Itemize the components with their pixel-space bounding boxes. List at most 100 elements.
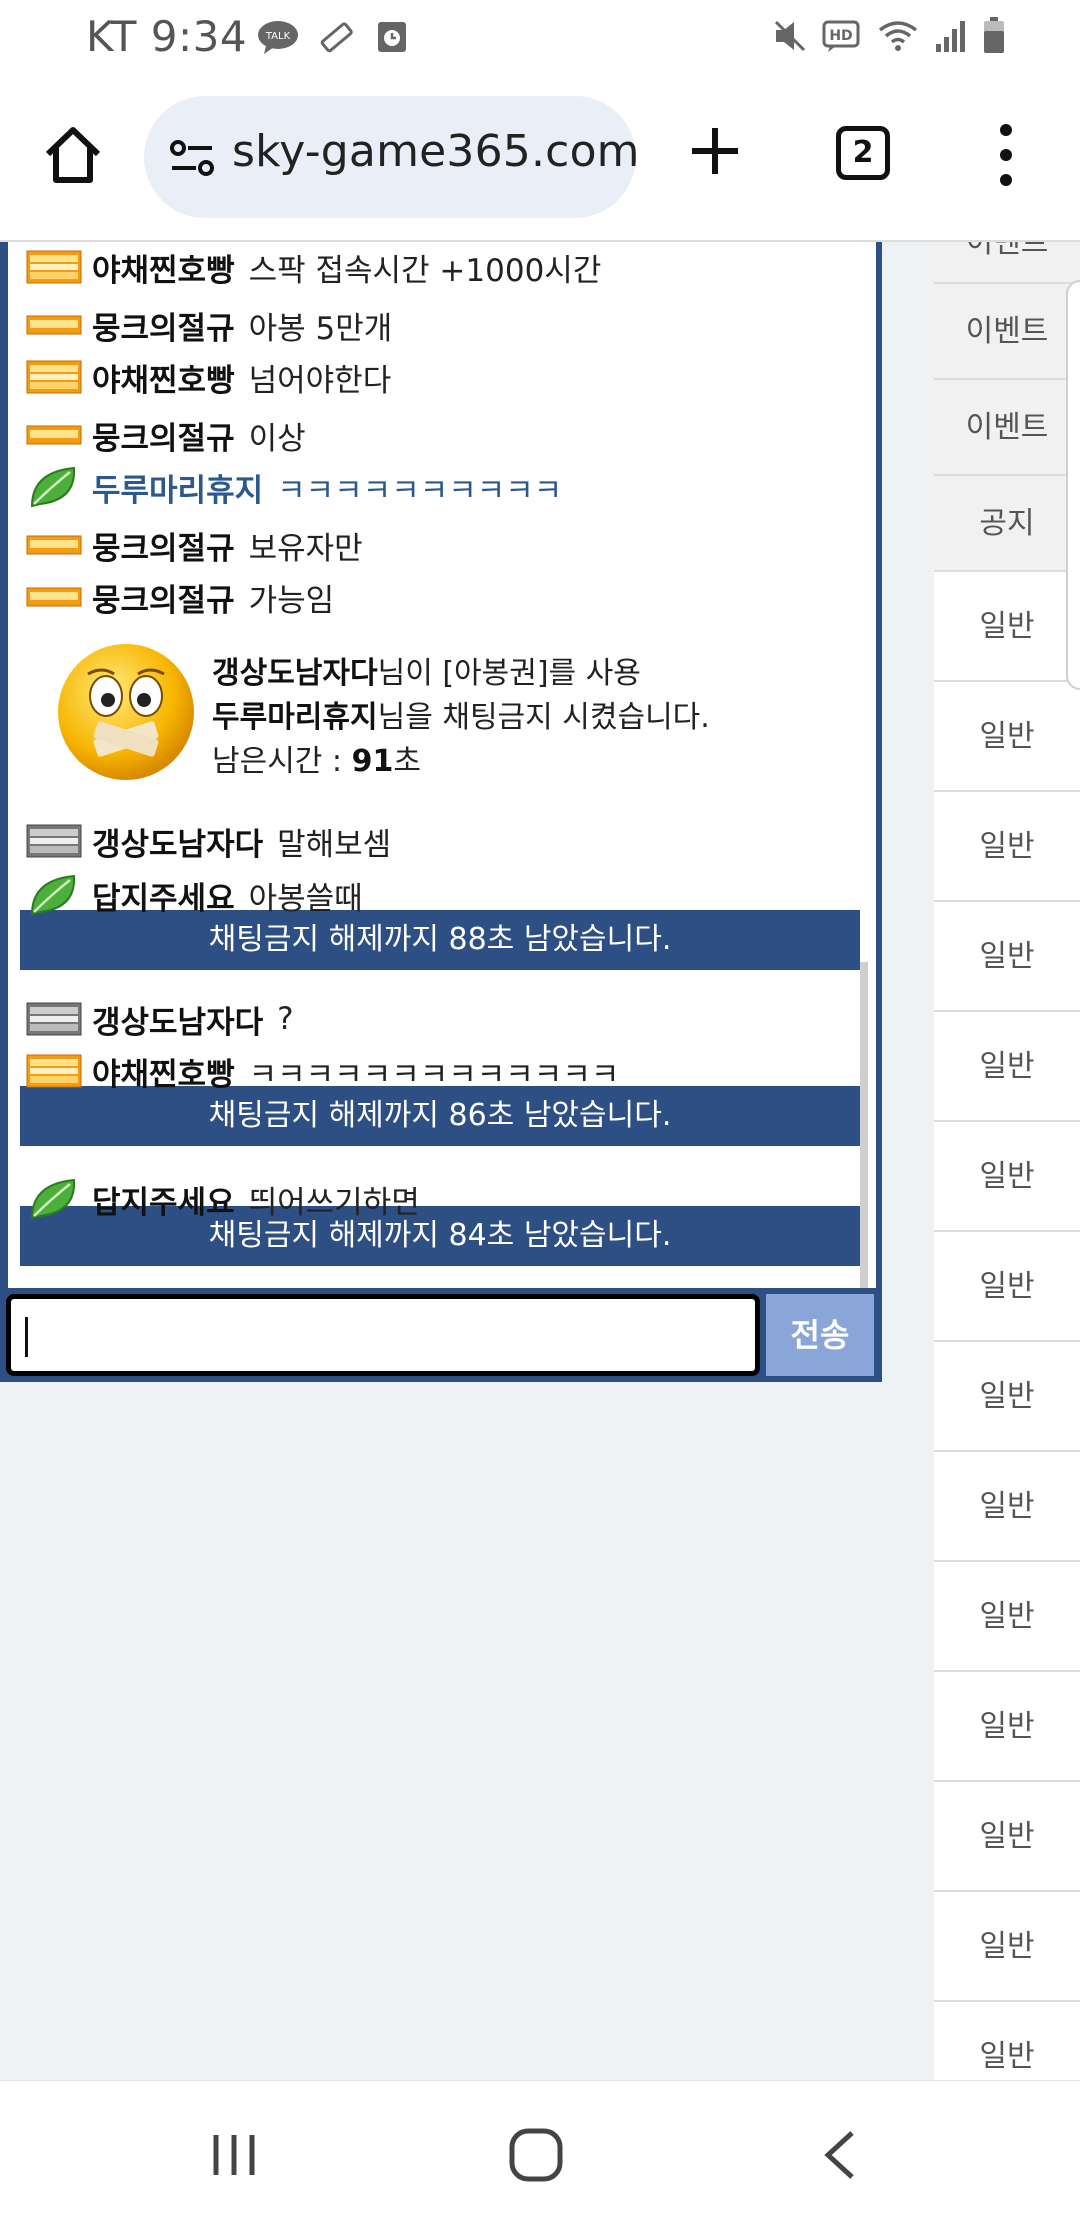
leaf-rank-badge-icon (30, 466, 76, 508)
status-bar: KT 9:34 TALK HD (0, 0, 1080, 72)
chat-ban-alert: 갱상도남자다님이 [아봉권]를 사용 두루마리휴지님을 채팅금지 시켰습니다. … (54, 638, 874, 788)
silver-rank-badge-icon (26, 1002, 82, 1036)
chat-message: 뭉크의절규 보유자만 (26, 520, 363, 570)
calendar-icon (378, 22, 406, 52)
system-nav-bar (0, 2080, 1080, 2220)
chat-scrollbar[interactable] (860, 962, 868, 1302)
chat-nickname[interactable]: 갱상도남자다 (92, 819, 263, 864)
signal-icon (936, 21, 965, 52)
svg-text:TALK: TALK (265, 31, 291, 42)
status-time: KT 9:34 (86, 12, 248, 61)
board-category-item[interactable]: 일반 (934, 1012, 1080, 1122)
chat-nickname[interactable]: 답지주세요 (92, 873, 235, 918)
recent-apps-icon[interactable] (204, 2125, 264, 2185)
mouth-taped-emoji-icon (58, 644, 194, 780)
orange-rank-badge-icon (26, 315, 82, 335)
site-settings-icon[interactable] (168, 136, 220, 180)
board-category-item[interactable]: 일반 (934, 1672, 1080, 1782)
url-text: sky-game365.com (232, 126, 636, 177)
chat-nickname[interactable]: 야채찐호빵 (92, 355, 235, 400)
chat-nickname[interactable]: 뭉크의절규 (92, 575, 235, 620)
chat-message-text: ㅋㅋㅋㅋㅋㅋㅋㅋㅋㅋㅋㅋㅋ (248, 1056, 620, 1093)
chat-message-text: 이상 (248, 420, 306, 457)
board-category-item[interactable]: 일반 (934, 682, 1080, 792)
board-category-item[interactable]: 일반 (934, 1342, 1080, 1452)
board-category-item[interactable]: 일반 (934, 1892, 1080, 2002)
orange-rank-badge-icon (26, 587, 82, 607)
board-category-item[interactable]: 이벤트 (934, 380, 1080, 476)
chat-message-text: 보유자만 (248, 530, 363, 567)
chat-message-text: ㅋㅋㅋㅋㅋㅋㅋㅋㅋㅋ (277, 472, 563, 509)
chat-message-text: 넘어야한다 (248, 362, 392, 399)
board-category-item[interactable]: 일반 (934, 2002, 1080, 2080)
battery-icon (984, 17, 1004, 53)
board-category-item[interactable]: 이벤트 (934, 284, 1080, 380)
svg-text:HD: HD (829, 28, 852, 44)
chat-message: 갱상도남자다? (26, 994, 294, 1044)
url-bar[interactable]: sky-game365.com (144, 96, 636, 218)
board-category-item[interactable]: 이벤트 (934, 242, 1080, 284)
board-category-column: 이벤트 이벤트 이벤트 공지 일반 일반 일반 일반 일반 일반 일반 일반 일반 일반 일반 일반 일반 일반 (934, 242, 1080, 2080)
chat-message: 뭉크의절규 이상 (26, 410, 306, 460)
chat-nickname[interactable]: 갱상도남자다 (92, 997, 263, 1042)
orange-rank-badge-icon (26, 535, 82, 555)
chat-nickname[interactable]: 야채찐호빵 (92, 1049, 235, 1094)
chat-message: 뭉크의절규 가능임 (26, 572, 334, 622)
more-menu-icon[interactable] (996, 122, 1016, 188)
chat-message: 두루마리휴지 ㅋㅋㅋㅋㅋㅋㅋㅋㅋㅋ (26, 462, 562, 512)
chat-message: 답지주세요 아봉쓸때 (26, 870, 363, 920)
chat-message: 야채찐호빵 넘어야한다 (26, 352, 391, 402)
chat-input-row: 전송 (0, 1288, 882, 1382)
gold-rank-badge-icon (26, 250, 82, 284)
board-category-item[interactable]: 일반 (934, 1782, 1080, 1892)
chat-message-text: 띄어쓰기하면 (248, 1184, 420, 1221)
board-category-item[interactable]: 일반 (934, 1452, 1080, 1562)
gold-rank-badge-icon (26, 1054, 82, 1088)
chat-message-text: 아봉쓸때 (248, 880, 363, 917)
chat-message: 야채찐호빵 ㅋㅋㅋㅋㅋㅋㅋㅋㅋㅋㅋㅋㅋ (26, 1046, 619, 1096)
new-tab-button[interactable] (688, 124, 742, 178)
talk-icon: TALK (258, 21, 298, 54)
chat-input[interactable] (6, 1294, 760, 1376)
chat-message: 야채찐호빵 스팍 접속시간 +1000시간 (26, 242, 601, 292)
board-category-item[interactable]: 일반 (934, 792, 1080, 902)
gold-rank-badge-icon (26, 360, 82, 394)
home-nav-icon[interactable] (506, 2125, 566, 2185)
leaf-rank-badge-icon (30, 874, 76, 916)
board-category-item[interactable]: 일반 (934, 1232, 1080, 1342)
board-category-item[interactable]: 일반 (934, 1562, 1080, 1672)
pen-icon (320, 22, 353, 53)
chat-message-text: ? (277, 1001, 294, 1037)
text-caret (25, 1317, 28, 1357)
board-category-item[interactable]: 일반 (934, 572, 1080, 682)
board-category-item[interactable]: 공지 (934, 476, 1080, 572)
tab-count-button[interactable]: 2 (836, 126, 890, 180)
status-right-icons: HD (772, 16, 1006, 56)
chat-nickname[interactable]: 두루마리휴지 (92, 465, 263, 510)
alert-line-3: 남은시간 : 91초 (212, 744, 421, 779)
chat-message: 갱상도남자다 말해보셈 (26, 816, 391, 866)
home-button[interactable] (40, 122, 106, 188)
back-icon[interactable] (812, 2125, 872, 2185)
chat-nickname[interactable]: 뭉크의절규 (92, 523, 235, 568)
chat-nickname[interactable]: 야채찐호빵 (92, 245, 235, 290)
chat-panel: 갱상도남자다님이 [아봉권]를 사용 두루마리휴지님을 채팅금지 시켰습니다. … (0, 242, 882, 1382)
board-category-item[interactable]: 일반 (934, 902, 1080, 1012)
chat-nickname[interactable]: 답지주세요 (92, 1177, 235, 1222)
hd-icon: HD (822, 20, 860, 52)
wifi-icon (878, 21, 918, 51)
mute-icon (774, 20, 806, 52)
chat-message: 답지주세요 띄어쓰기하면 (26, 1174, 420, 1224)
chat-message-text: 아봉 5만개 (248, 310, 393, 347)
browser-toolbar: sky-game365.com 2 (0, 72, 1080, 242)
chat-nickname[interactable]: 뭉크의절규 (92, 303, 235, 348)
leaf-rank-badge-icon (30, 1178, 76, 1220)
send-button[interactable]: 전송 (766, 1294, 874, 1376)
alert-line-2: 두루마리휴지님을 채팅금지 시켰습니다. (212, 700, 710, 735)
right-scroll-handle[interactable] (1066, 280, 1080, 690)
chat-message-text: 말해보셈 (277, 826, 392, 863)
board-category-item[interactable]: 일반 (934, 1122, 1080, 1232)
silver-rank-badge-icon (26, 824, 82, 858)
chat-nickname[interactable]: 뭉크의절규 (92, 413, 235, 458)
alert-line-1: 갱상도남자다님이 [아봉권]를 사용 (212, 656, 641, 691)
